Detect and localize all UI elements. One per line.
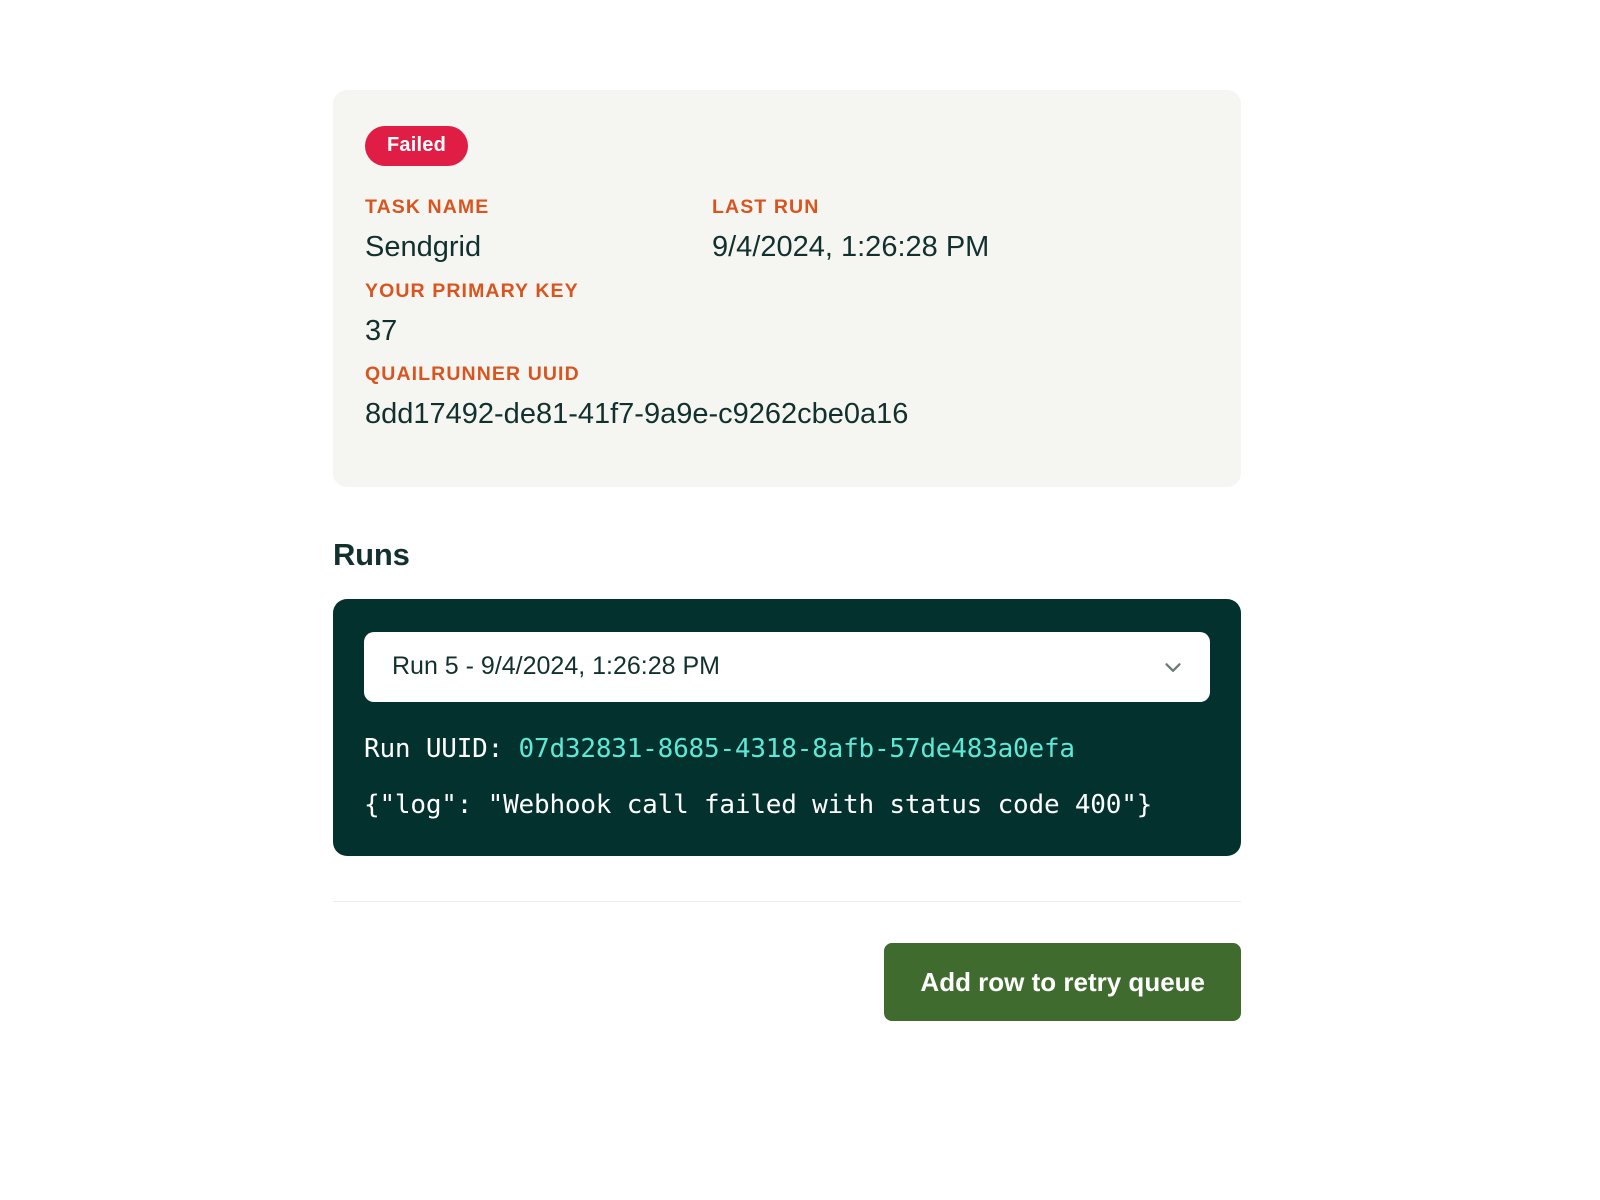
field-value-primary-key: 37	[365, 314, 398, 347]
field-label-quailrunner-uuid: QUAILRUNNER UUID	[365, 363, 580, 386]
run-select[interactable]: Run 5 - 9/4/2024, 1:26:28 PM	[364, 631, 1210, 702]
field-label-primary-key: YOUR PRIMARY KEY	[365, 279, 579, 302]
footer-divider	[333, 900, 1241, 902]
run-uuid-value: 07d32831-8685-4318-8afb-57de483a0efa	[518, 733, 1076, 764]
task-field-grid: TASK NAME Sendgrid LAST RUN 9/4/2024, 1:…	[365, 196, 1209, 447]
field-value-task-name: Sendgrid	[365, 231, 482, 264]
chevron-down-icon	[1165, 662, 1181, 672]
add-row-to-retry-queue-button[interactable]: Add row to retry queue	[884, 942, 1241, 1021]
run-uuid-line: Run UUID: 07d32831-8685-4318-8afb-57de48…	[364, 734, 1210, 764]
field-task-name: TASK NAME Sendgrid	[365, 196, 712, 268]
field-value-last-run: 9/4/2024, 1:26:28 PM	[712, 231, 990, 264]
field-primary-key: YOUR PRIMARY KEY 37	[365, 280, 1209, 352]
run-select-value: Run 5 - 9/4/2024, 1:26:28 PM	[392, 652, 720, 681]
run-uuid-label: Run UUID:	[364, 733, 519, 764]
task-summary-card: Failed TASK NAME Sendgrid LAST RUN 9/4/2…	[333, 90, 1241, 487]
field-label-last-run: LAST RUN	[712, 196, 820, 218]
status-badge: Failed	[365, 126, 468, 166]
main-content: Failed TASK NAME Sendgrid LAST RUN 9/4/2…	[333, 90, 1241, 1021]
field-value-quailrunner-uuid: 8dd17492-de81-41f7-9a9e-c9262cbe0a16	[365, 398, 909, 431]
run-log-output: {"log": "Webhook call failed with status…	[364, 789, 1153, 820]
footer-actions: Add row to retry queue	[333, 942, 1241, 1021]
runs-panel: Run 5 - 9/4/2024, 1:26:28 PM Run UUID: 0…	[333, 598, 1241, 856]
field-quailrunner-uuid: QUAILRUNNER UUID 8dd17492-de81-41f7-9a9e…	[365, 363, 1209, 435]
field-label-task-name: TASK NAME	[365, 196, 490, 218]
app-root: Failed TASK NAME Sendgrid LAST RUN 9/4/2…	[0, 0, 1600, 1200]
field-last-run: LAST RUN 9/4/2024, 1:26:28 PM	[712, 196, 1209, 268]
runs-section-title: Runs	[333, 536, 410, 572]
